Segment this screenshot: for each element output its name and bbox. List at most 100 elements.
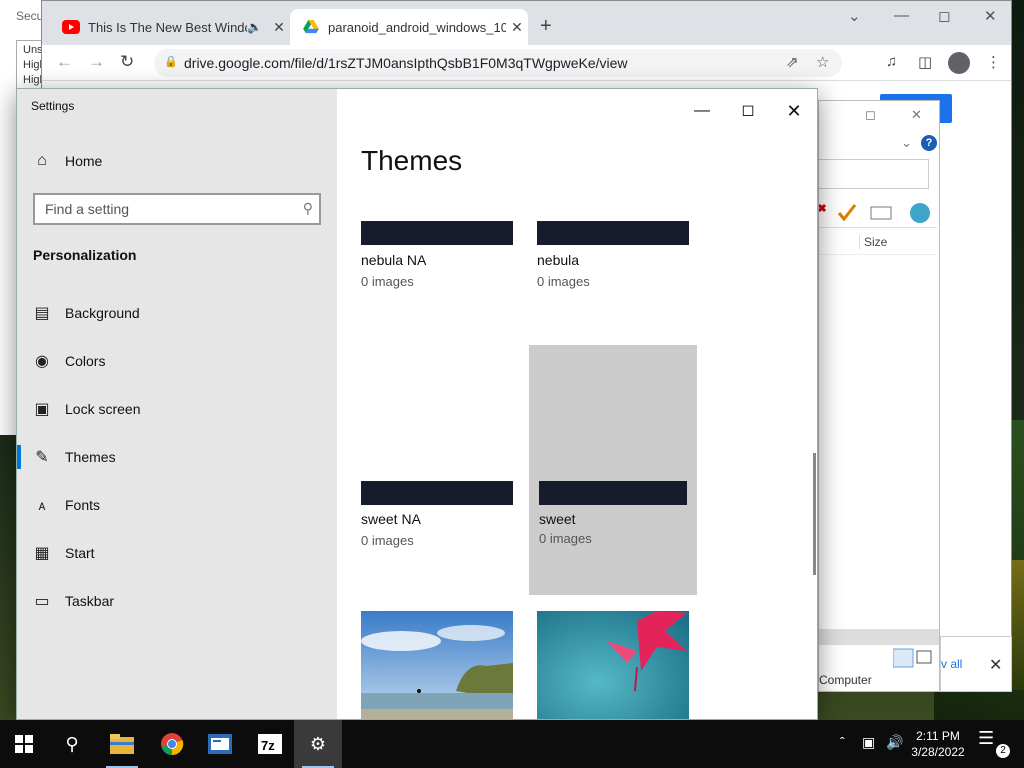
nav-fonts[interactable]: ᴀ Fonts bbox=[17, 485, 337, 525]
notification-count-badge: 2 bbox=[996, 744, 1010, 758]
share-icon[interactable]: ⇗ bbox=[786, 53, 799, 71]
chevron-down-icon[interactable]: ⌄ bbox=[901, 135, 912, 151]
chrome-icon[interactable] bbox=[148, 720, 196, 768]
view-toggle[interactable] bbox=[893, 647, 933, 669]
envelope-icon[interactable] bbox=[870, 206, 892, 220]
7zip-icon[interactable]: 7z bbox=[246, 720, 294, 768]
theme-color-bar bbox=[361, 221, 513, 245]
nav-label: Fonts bbox=[65, 497, 101, 513]
forward-icon[interactable]: → bbox=[88, 52, 105, 72]
tab-search-icon[interactable]: ⌄ bbox=[848, 7, 861, 25]
theme-thumbnail-flower[interactable] bbox=[537, 611, 689, 719]
theme-color-bar bbox=[537, 221, 689, 245]
location-label: Computer bbox=[819, 673, 872, 687]
speaker-icon[interactable]: 🔈 bbox=[247, 20, 262, 34]
close-icon[interactable]: ✕ bbox=[771, 95, 817, 127]
clock[interactable]: 2:11 PM 3/28/2022 bbox=[906, 728, 970, 760]
settings-icon[interactable]: ⚙ bbox=[294, 720, 342, 768]
settings-sidebar: Settings ⌂ Home Find a setting ⚲ Persona… bbox=[17, 89, 337, 719]
home-icon: ⌂ bbox=[37, 152, 47, 169]
nav-label: Home bbox=[65, 153, 103, 169]
close-tab-icon[interactable]: ✕ bbox=[506, 19, 528, 36]
nav-themes[interactable]: ✎ Themes bbox=[17, 437, 337, 477]
nav-lock-screen[interactable]: ▣ Lock screen bbox=[17, 389, 337, 429]
minimize-icon[interactable]: — bbox=[894, 7, 909, 24]
page-title: Themes bbox=[361, 145, 463, 176]
volume-icon[interactable]: 🔊 bbox=[886, 734, 903, 751]
theme-color-bar bbox=[361, 481, 513, 505]
nav-label: Themes bbox=[65, 449, 116, 465]
bookmark-star-icon[interactable]: ☆ bbox=[816, 53, 829, 71]
view-all-link[interactable]: v all bbox=[941, 657, 962, 671]
themes-page: — ◻ ✕ Themes nebula NA 0 images nebula 0… bbox=[337, 89, 817, 719]
checkmark-icon[interactable] bbox=[837, 204, 857, 222]
dialog-input[interactable] bbox=[819, 159, 929, 189]
nav-start[interactable]: ▦ Start bbox=[17, 533, 337, 573]
theme-card[interactable]: sweet NA 0 images bbox=[361, 345, 529, 595]
clock-time: 2:11 PM bbox=[916, 729, 960, 743]
clock-date: 3/28/2022 bbox=[911, 745, 965, 759]
file-explorer-icon[interactable] bbox=[98, 720, 146, 768]
nav-label: Lock screen bbox=[65, 401, 141, 417]
taskbar: ⚲ 7z ⚙ ˆ ▣ 🔊 2:11 PM 3/28/2022 ☰ 2 bbox=[0, 720, 1024, 768]
themes-icon: ✎ bbox=[35, 449, 49, 466]
lock-icon[interactable]: 🔒 bbox=[164, 55, 178, 68]
theme-name: sweet bbox=[539, 511, 576, 527]
profile-avatar[interactable] bbox=[948, 52, 970, 74]
menu-icon[interactable]: ⋮ bbox=[986, 53, 1001, 71]
column-header-row: Size bbox=[819, 227, 937, 255]
delete-icon[interactable] bbox=[817, 203, 827, 213]
palette-icon: ◉ bbox=[35, 353, 49, 370]
lock-screen-icon: ▣ bbox=[34, 401, 50, 418]
nav-label: Start bbox=[65, 545, 95, 561]
maximize-icon[interactable]: ◻ bbox=[865, 107, 876, 123]
media-control-icon[interactable]: ♫ bbox=[886, 53, 897, 70]
theme-image-count: 0 images bbox=[361, 533, 414, 548]
theme-name: nebula NA bbox=[361, 252, 427, 268]
settings-search-input[interactable]: Find a setting ⚲ bbox=[33, 193, 321, 225]
taskbar-icon: ▭ bbox=[34, 593, 50, 610]
tab-google-drive[interactable]: paranoid_android_windows_10_t ✕ bbox=[290, 9, 528, 45]
search-icon: ⚲ bbox=[302, 200, 313, 216]
close-icon[interactable]: ✕ bbox=[989, 655, 1002, 675]
side-panel-icon[interactable]: ◫ bbox=[918, 53, 932, 71]
close-icon[interactable]: ✕ bbox=[984, 7, 997, 25]
horizontal-scrollbar[interactable] bbox=[819, 629, 939, 645]
nav-home[interactable]: ⌂ Home bbox=[17, 141, 337, 181]
background-dialog[interactable]: ◻ ✕ ⌄ ? Size Computer bbox=[817, 100, 940, 692]
svg-text:7z: 7z bbox=[261, 738, 275, 753]
address-bar[interactable]: 🔒 drive.google.com/file/d/1rsZTJM0ansIpt… bbox=[154, 49, 842, 77]
word-icon[interactable] bbox=[196, 720, 244, 768]
vertical-scrollbar[interactable] bbox=[813, 453, 816, 575]
new-tab-icon[interactable]: + bbox=[540, 15, 552, 38]
network-icon[interactable]: ▣ bbox=[862, 734, 875, 751]
back-icon[interactable]: ← bbox=[56, 52, 73, 72]
tab-youtube[interactable]: This Is The New Best Windo 🔈 ✕ bbox=[50, 9, 290, 45]
theme-card[interactable]: sweet 0 images bbox=[529, 345, 697, 595]
maximize-icon[interactable]: ◻ bbox=[725, 95, 771, 127]
close-tab-icon[interactable]: ✕ bbox=[268, 19, 290, 36]
nav-colors[interactable]: ◉ Colors bbox=[17, 341, 337, 381]
maximize-icon[interactable]: ◻ bbox=[938, 7, 950, 25]
nav-background[interactable]: ▤ Background bbox=[17, 293, 337, 333]
reload-icon[interactable]: ↻ bbox=[120, 52, 134, 72]
globe-icon[interactable] bbox=[910, 203, 930, 223]
nav-taskbar[interactable]: ▭ Taskbar bbox=[17, 581, 337, 621]
search-icon[interactable]: ⚲ bbox=[48, 720, 96, 768]
start-icon[interactable] bbox=[0, 720, 48, 768]
section-heading: Personalization bbox=[33, 247, 137, 263]
settings-window[interactable]: Settings ⌂ Home Find a setting ⚲ Persona… bbox=[16, 88, 818, 720]
column-header-size[interactable]: Size bbox=[859, 235, 887, 249]
url-text[interactable]: drive.google.com/file/d/1rsZTJM0ansIpthQ… bbox=[184, 55, 628, 71]
close-icon[interactable]: ✕ bbox=[911, 107, 922, 123]
picture-icon: ▤ bbox=[34, 305, 50, 322]
nav-label: Background bbox=[65, 305, 140, 321]
action-center-icon[interactable]: ☰ 2 bbox=[978, 728, 1014, 760]
chevron-up-icon[interactable]: ˆ bbox=[840, 734, 845, 750]
theme-thumbnail-beach[interactable] bbox=[361, 611, 513, 719]
theme-image-count: 0 images bbox=[537, 274, 590, 289]
notification-panel: v all ✕ bbox=[940, 636, 1012, 692]
minimize-icon[interactable]: — bbox=[679, 95, 725, 127]
window-title: Settings bbox=[31, 99, 75, 113]
help-icon[interactable]: ? bbox=[921, 135, 937, 151]
